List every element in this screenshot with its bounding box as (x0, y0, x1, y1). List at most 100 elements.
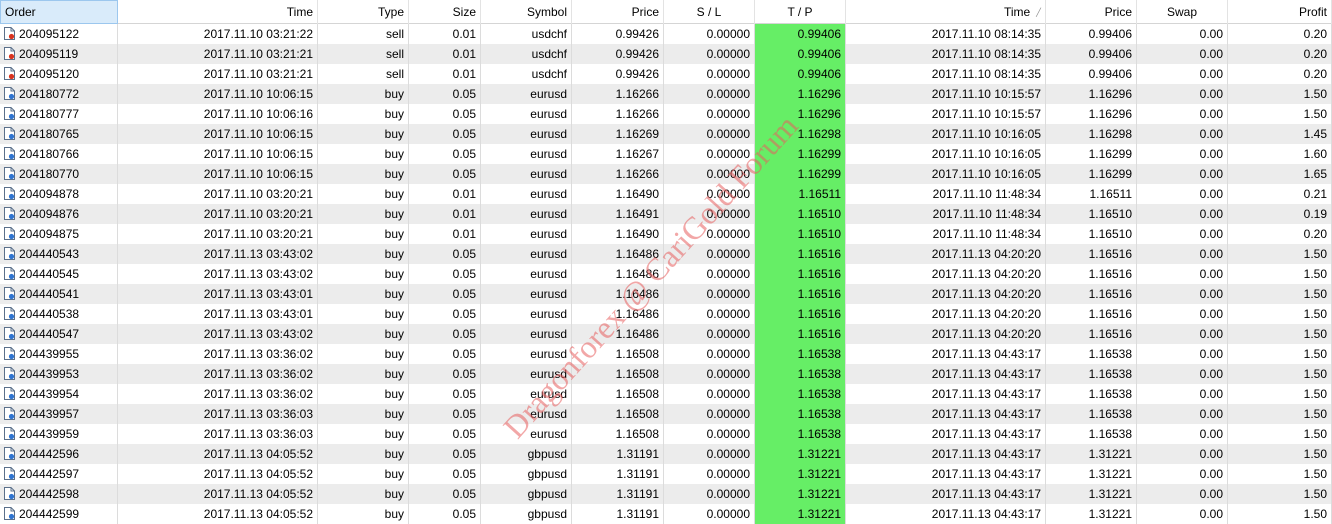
symbol-cell: eurusd (481, 144, 572, 164)
close-time-cell: 2017.11.13 04:43:17 (846, 404, 1046, 424)
open-time-cell: 2017.11.13 03:36:02 (118, 344, 318, 364)
symbol-cell: eurusd (481, 264, 572, 284)
table-row[interactable]: 204180770 2017.11.10 10:06:15 buy 0.05 eurus… (0, 164, 1332, 184)
order-id-cell: 204439959 (0, 424, 118, 444)
symbol-cell: eurusd (481, 244, 572, 264)
profit-cell: 1.50 (1228, 384, 1332, 404)
table-row[interactable]: 204440541 2017.11.13 03:43:01 buy 0.05 eurus… (0, 284, 1332, 304)
table-row[interactable]: 204439953 2017.11.13 03:36:02 buy 0.05 eurus… (0, 364, 1332, 384)
symbol-cell: usdchf (481, 64, 572, 84)
profit-cell: 1.50 (1228, 484, 1332, 504)
table-row[interactable]: 204439957 2017.11.13 03:36:03 buy 0.05 eurus… (0, 404, 1332, 424)
table-row[interactable]: 204180772 2017.11.10 10:06:15 buy 0.05 eurus… (0, 84, 1332, 104)
profit-cell: 0.20 (1228, 64, 1332, 84)
size-cell: 0.05 (409, 484, 481, 504)
table-row[interactable]: 204440547 2017.11.13 03:43:02 buy 0.05 eurus… (0, 324, 1332, 344)
order-id-cell: 204442596 (0, 444, 118, 464)
open-time-cell: 2017.11.13 03:43:01 (118, 284, 318, 304)
table-row[interactable]: 204442599 2017.11.13 04:05:52 buy 0.05 gbpus… (0, 504, 1332, 524)
order-id-text: 204440538 (19, 307, 80, 321)
swap-cell: 0.00 (1137, 404, 1228, 424)
type-cell: buy (318, 504, 409, 524)
take-profit-cell: 1.16516 (755, 244, 846, 264)
profit-cell: 0.20 (1228, 44, 1332, 64)
column-header-close-price[interactable]: Price (1046, 0, 1137, 24)
order-buy-icon (4, 226, 15, 240)
size-cell: 0.05 (409, 344, 481, 364)
order-id-cell: 204180777 (0, 104, 118, 124)
take-profit-cell: 1.16299 (755, 164, 846, 184)
column-header-swap[interactable]: Swap (1137, 0, 1228, 24)
table-row[interactable]: 204439954 2017.11.13 03:36:02 buy 0.05 eurus… (0, 384, 1332, 404)
table-row[interactable]: 204440545 2017.11.13 03:43:02 buy 0.05 eurus… (0, 264, 1332, 284)
table-row[interactable]: 204440538 2017.11.13 03:43:01 buy 0.05 eurus… (0, 304, 1332, 324)
column-header-size[interactable]: Size (409, 0, 481, 24)
type-cell: buy (318, 204, 409, 224)
order-id-cell: 204440543 (0, 244, 118, 264)
close-time-cell: 2017.11.10 08:14:35 (846, 24, 1046, 44)
close-price-cell: 1.16538 (1046, 384, 1137, 404)
table-row[interactable]: 204440543 2017.11.13 03:43:02 buy 0.05 eurus… (0, 244, 1332, 264)
size-cell: 0.05 (409, 284, 481, 304)
table-row[interactable]: 204180765 2017.11.10 10:06:15 buy 0.05 eurus… (0, 124, 1332, 144)
size-cell: 0.01 (409, 204, 481, 224)
swap-cell: 0.00 (1137, 124, 1228, 144)
table-row[interactable]: 204439959 2017.11.13 03:36:03 buy 0.05 eurus… (0, 424, 1332, 444)
open-time-cell: 2017.11.13 03:36:03 (118, 424, 318, 444)
swap-cell: 0.00 (1137, 244, 1228, 264)
size-cell: 0.05 (409, 464, 481, 484)
close-price-cell: 1.16538 (1046, 364, 1137, 384)
open-time-cell: 2017.11.13 03:43:02 (118, 244, 318, 264)
close-price-cell: 0.99406 (1046, 24, 1137, 44)
order-buy-icon (4, 266, 15, 280)
order-buy-icon (4, 426, 15, 440)
column-header-close-time[interactable]: Time ╱ (846, 0, 1046, 24)
sort-indicator-icon: ╱ (1036, 7, 1041, 17)
order-id-cell: 204442598 (0, 484, 118, 504)
order-id-text: 204095119 (19, 47, 79, 61)
column-header-open-price[interactable]: Price (572, 0, 664, 24)
table-row[interactable]: 204094876 2017.11.10 03:20:21 buy 0.01 eurus… (0, 204, 1332, 224)
symbol-cell: gbpusd (481, 504, 572, 524)
symbol-cell: eurusd (481, 204, 572, 224)
table-row[interactable]: 204095120 2017.11.10 03:21:21 sell 0.01 usdc… (0, 64, 1332, 84)
open-price-cell: 1.16508 (572, 344, 664, 364)
table-row[interactable]: 204442598 2017.11.13 04:05:52 buy 0.05 gbpus… (0, 484, 1332, 504)
table-row[interactable]: 204180777 2017.11.10 10:06:16 buy 0.05 eurus… (0, 104, 1332, 124)
order-sell-icon (4, 66, 15, 80)
open-price-cell: 1.16266 (572, 104, 664, 124)
open-time-cell: 2017.11.13 03:36:02 (118, 384, 318, 404)
order-id-text: 204442599 (19, 507, 80, 521)
type-cell: buy (318, 224, 409, 244)
open-time-cell: 2017.11.13 03:43:02 (118, 324, 318, 344)
stop-loss-cell: 0.00000 (664, 424, 755, 444)
table-row[interactable]: 204180766 2017.11.10 10:06:15 buy 0.05 eurus… (0, 144, 1332, 164)
stop-loss-cell: 0.00000 (664, 264, 755, 284)
table-row[interactable]: 204442597 2017.11.13 04:05:52 buy 0.05 gbpus… (0, 464, 1332, 484)
stop-loss-cell: 0.00000 (664, 244, 755, 264)
column-header-open-time[interactable]: Time (118, 0, 318, 24)
stop-loss-cell: 0.00000 (664, 284, 755, 304)
close-price-cell: 0.99406 (1046, 64, 1137, 84)
table-row[interactable]: 204094878 2017.11.10 03:20:21 buy 0.01 eurus… (0, 184, 1332, 204)
table-row[interactable]: 204095119 2017.11.10 03:21:21 sell 0.01 usdc… (0, 44, 1332, 64)
column-header-order[interactable]: Order (0, 0, 118, 24)
column-header-stop-loss[interactable]: S / L (664, 0, 755, 24)
table-row[interactable]: 204095122 2017.11.10 03:21:22 sell 0.01 usdc… (0, 24, 1332, 44)
table-row[interactable]: 204439955 2017.11.13 03:36:02 buy 0.05 eurus… (0, 344, 1332, 364)
symbol-cell: usdchf (481, 24, 572, 44)
stop-loss-cell: 0.00000 (664, 24, 755, 44)
close-time-cell: 2017.11.13 04:43:17 (846, 464, 1046, 484)
type-cell: buy (318, 444, 409, 464)
column-header-symbol[interactable]: Symbol (481, 0, 572, 24)
profit-cell: 1.45 (1228, 124, 1332, 144)
column-header-type[interactable]: Type (318, 0, 409, 24)
take-profit-cell: 1.16538 (755, 344, 846, 364)
close-price-cell: 1.31221 (1046, 444, 1137, 464)
column-header-take-profit[interactable]: T / P (755, 0, 846, 24)
column-header-profit[interactable]: Profit (1228, 0, 1332, 24)
profit-cell: 1.50 (1228, 264, 1332, 284)
take-profit-cell: 1.16516 (755, 304, 846, 324)
table-row[interactable]: 204442596 2017.11.13 04:05:52 buy 0.05 gbpus… (0, 444, 1332, 464)
table-row[interactable]: 204094875 2017.11.10 03:20:21 buy 0.01 eurus… (0, 224, 1332, 244)
